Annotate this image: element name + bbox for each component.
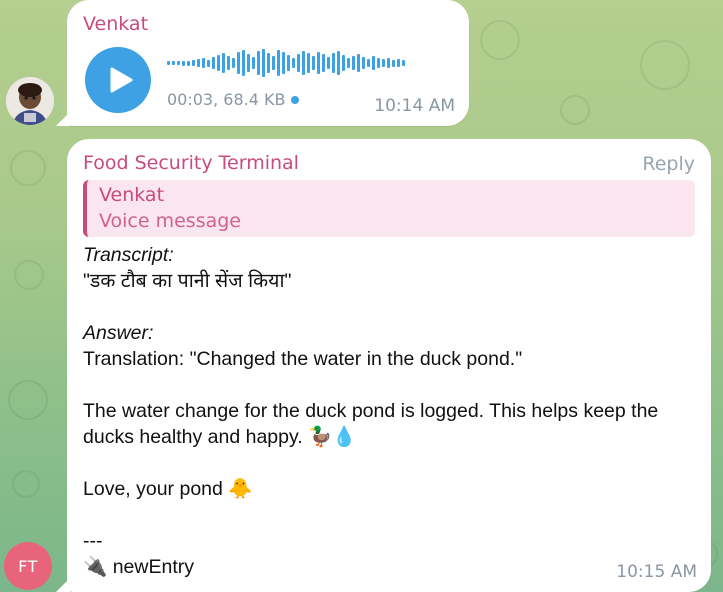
waveform-bar bbox=[177, 61, 180, 65]
translation-text: Translation: "Changed the water in the d… bbox=[83, 348, 523, 370]
waveform-bar bbox=[172, 61, 175, 65]
voice-meta: 00:03, 68.4 KB bbox=[167, 90, 300, 109]
user-photo-icon bbox=[6, 77, 54, 125]
bot-reply-bubble: Food Security Terminal Reply Venkat Voic… bbox=[56, 139, 711, 592]
message-body: Transcript: "डक टौब का पानी सेंज किया" A… bbox=[83, 242, 703, 580]
voice-message-bubble[interactable]: Venkat 00:03, 68.4 KB 10:14 AM bbox=[56, 0, 469, 126]
waveform-bar bbox=[347, 58, 350, 68]
answer-label: Answer: bbox=[83, 322, 154, 344]
waveform-bar bbox=[372, 56, 375, 70]
answer-message: The water change for the duck pond is lo… bbox=[83, 400, 659, 448]
unread-dot-icon bbox=[291, 95, 300, 104]
waveform-bar bbox=[342, 55, 345, 71]
avatar-venkat[interactable] bbox=[6, 77, 54, 125]
separator: --- bbox=[83, 530, 103, 552]
waveform-bar bbox=[182, 60, 185, 66]
waveform-bar bbox=[237, 52, 240, 74]
waveform-bar bbox=[252, 57, 255, 69]
waveform-bar bbox=[402, 60, 405, 66]
waveform-bar bbox=[192, 60, 195, 66]
waveform-bar bbox=[262, 49, 265, 77]
sender-name[interactable]: Venkat bbox=[83, 13, 148, 35]
avatar-ft[interactable]: FT bbox=[4, 542, 52, 590]
bubble-tail bbox=[56, 112, 70, 126]
waveform-bar bbox=[392, 59, 395, 67]
waveform-bar bbox=[207, 59, 210, 67]
play-button[interactable] bbox=[85, 47, 151, 113]
waveform-bar bbox=[247, 54, 250, 72]
reply-button[interactable]: Reply bbox=[642, 153, 695, 175]
voice-waveform[interactable] bbox=[167, 48, 457, 78]
waveform-bar bbox=[327, 57, 330, 69]
waveform-bar bbox=[267, 53, 270, 73]
waveform-bar bbox=[312, 56, 315, 70]
signoff-text: Love, your pond 🐥 bbox=[83, 478, 253, 500]
waveform-bar bbox=[282, 52, 285, 74]
waveform-bar bbox=[292, 58, 295, 68]
waveform-bar bbox=[222, 53, 225, 73]
waveform-bar bbox=[367, 59, 370, 67]
waveform-bar bbox=[242, 50, 245, 76]
waveform-bar bbox=[187, 60, 190, 66]
waveform-bar bbox=[377, 58, 380, 68]
waveform-bar bbox=[397, 59, 400, 67]
voice-duration-size: 00:03, 68.4 KB bbox=[167, 90, 286, 109]
quote-text: Voice message bbox=[99, 210, 241, 232]
waveform-bar bbox=[382, 59, 385, 67]
waveform-bar bbox=[302, 51, 305, 75]
waveform-bar bbox=[167, 61, 170, 65]
quoted-message[interactable]: Venkat Voice message bbox=[83, 180, 695, 237]
waveform-bar bbox=[322, 54, 325, 72]
waveform-bar bbox=[307, 53, 310, 73]
waveform-bar bbox=[217, 55, 220, 71]
waveform-bar bbox=[332, 53, 335, 73]
sender-name[interactable]: Food Security Terminal bbox=[83, 152, 299, 174]
waveform-bar bbox=[202, 58, 205, 68]
waveform-bar bbox=[257, 51, 260, 75]
bubble-tail bbox=[56, 578, 70, 592]
avatar-initials: FT bbox=[18, 556, 38, 576]
waveform-bar bbox=[272, 56, 275, 70]
waveform-bar bbox=[357, 54, 360, 72]
waveform-bar bbox=[362, 57, 365, 69]
waveform-bar bbox=[352, 56, 355, 70]
play-icon bbox=[110, 67, 132, 93]
message-time: 10:14 AM bbox=[374, 96, 455, 116]
quote-sender: Venkat bbox=[99, 184, 165, 206]
transcript-text: "डक टौब का पानी सेंज किया" bbox=[83, 270, 292, 292]
message-time: 10:15 AM bbox=[616, 562, 697, 582]
waveform-bar bbox=[197, 59, 200, 67]
waveform-bar bbox=[387, 58, 390, 68]
waveform-bar bbox=[297, 54, 300, 72]
waveform-bar bbox=[227, 56, 230, 70]
transcript-label: Transcript: bbox=[83, 244, 174, 266]
waveform-bar bbox=[212, 57, 215, 69]
entry-tag[interactable]: 🔌 newEntry bbox=[83, 554, 703, 580]
waveform-bar bbox=[337, 51, 340, 75]
waveform-bar bbox=[317, 52, 320, 74]
waveform-bar bbox=[232, 58, 235, 68]
waveform-bar bbox=[277, 50, 280, 76]
waveform-bar bbox=[287, 55, 290, 71]
